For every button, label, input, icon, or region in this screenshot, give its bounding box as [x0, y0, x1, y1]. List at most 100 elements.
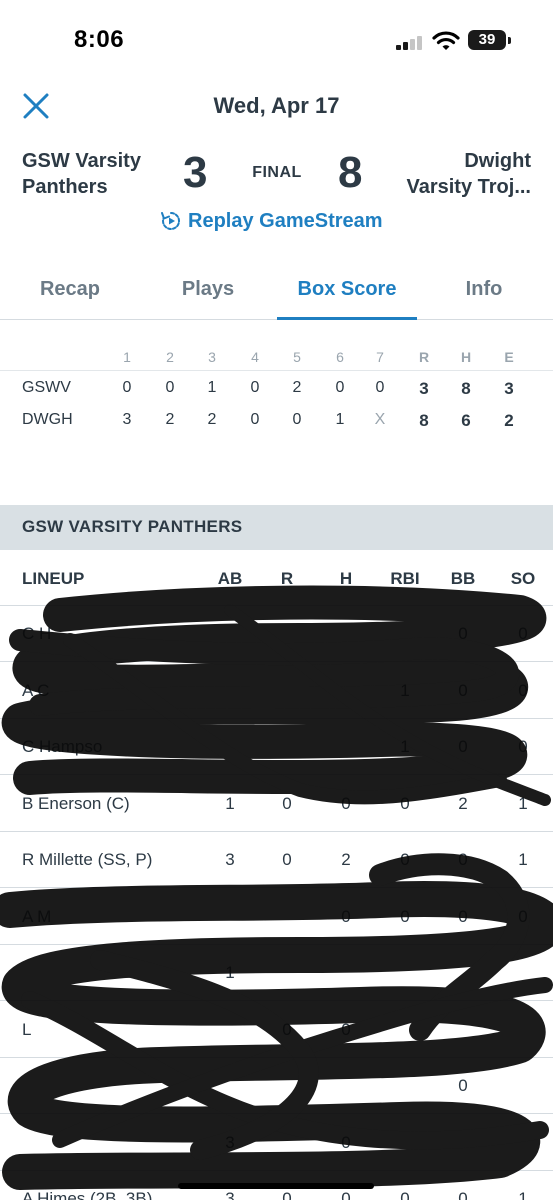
tab-info[interactable]: Info: [444, 278, 524, 301]
stat-so: 0: [518, 624, 528, 643]
hits-total: 6: [461, 411, 471, 430]
player-name[interactable]: C Hampso: [22, 737, 102, 757]
stat-rbi: 1: [400, 680, 410, 700]
inning-score: 2: [165, 411, 175, 428]
runs-total: 3: [419, 379, 429, 398]
inning-score: 2: [292, 379, 302, 396]
away-team-line2: Panthers: [22, 176, 108, 198]
lineup-row[interactable]: C H 0 0: [0, 606, 553, 662]
inning-score: 1: [335, 411, 345, 428]
stat-r: 0: [282, 850, 292, 869]
stat-bb: 0: [458, 680, 468, 700]
replay-label: Replay GameStream: [188, 209, 383, 232]
away-team-line1: GSW Varsity: [22, 150, 141, 172]
inning-header: 5: [293, 349, 301, 365]
away-team-name[interactable]: GSW Varsity Panthers: [22, 148, 182, 200]
inning-score: 0: [250, 379, 260, 396]
stat-h: 0: [341, 1189, 351, 1200]
lineup-row[interactable]: C Hampso 1 0 0: [0, 719, 553, 775]
home-team-line2: Varsity Troj...: [406, 176, 531, 198]
tab-recap[interactable]: Recap: [28, 278, 112, 301]
battery-icon: 39: [468, 30, 511, 50]
tab-bar: Recap Plays Box Score Info: [0, 262, 553, 320]
stat-rbi: 0: [400, 1189, 410, 1200]
inning-score: 3: [122, 411, 132, 428]
inning-score: 2: [207, 411, 217, 428]
stat-r: 0: [282, 793, 292, 813]
errors-total: 2: [504, 411, 514, 430]
stat-h: 2: [341, 850, 351, 869]
replay-gamestream-button[interactable]: Replay GameStream: [160, 208, 383, 234]
team-section-header: GSW VARSITY PANTHERS: [0, 505, 553, 550]
wifi-icon: [432, 31, 460, 50]
player-name[interactable]: A Himes (2B, 3B): [22, 1189, 152, 1200]
inning-score: 0: [335, 379, 345, 396]
inning-score: 0: [250, 411, 260, 428]
lineup-col-rbi: RBI: [390, 569, 420, 588]
replay-icon: [161, 212, 180, 230]
hits-total: 8: [461, 379, 471, 398]
runs-header: R: [418, 349, 430, 365]
linescore-header: 1 2 3 4 5 6 7 R H E: [0, 345, 553, 371]
lineup-row[interactable]: 1: [0, 945, 553, 1001]
stat-so: 1: [518, 850, 528, 869]
lineup-row[interactable]: 30: [0, 1115, 553, 1171]
lineup-col-name: LINEUP: [22, 569, 85, 588]
player-name[interactable]: A C: [22, 681, 49, 701]
stat-ab: 3: [225, 1132, 235, 1152]
stat-bb: 0: [458, 737, 468, 756]
lineup-col-bb: BB: [450, 569, 476, 588]
stat-so: 0: [518, 737, 528, 756]
inning-header: 2: [166, 349, 174, 365]
status-time: 8:06: [74, 26, 125, 53]
stat-ab: 1: [225, 793, 235, 813]
stat-bb: 0: [458, 850, 468, 869]
home-team-line1: Dwight: [464, 150, 531, 172]
inning-score: 0: [122, 379, 132, 396]
stat-bb: 0: [458, 906, 468, 926]
status-bar: 8:06 39: [0, 0, 553, 80]
stat-ab: 3: [225, 850, 235, 869]
player-name[interactable]: R Millette (SS, P): [22, 850, 152, 870]
lineup-header: LINEUP AB R H RBI BB SO: [0, 550, 553, 606]
lineup-row[interactable]: 0: [0, 1058, 553, 1114]
game-date: Wed, Apr 17: [213, 93, 340, 118]
stat-bb: 0: [458, 1076, 468, 1095]
stat-so: 0: [518, 680, 528, 700]
inning-header: 4: [251, 349, 259, 365]
player-name[interactable]: C H: [22, 624, 51, 644]
inning-score: 0: [165, 379, 175, 396]
lineup-row[interactable]: R Millette (SS, P) 3 0 2 0 0 1: [0, 832, 553, 888]
stat-bb: 2: [458, 793, 468, 813]
linescore-team: DWGH: [22, 411, 73, 428]
tab-box-score[interactable]: Box Score: [277, 278, 417, 301]
stat-bb: 0: [458, 1189, 468, 1200]
away-score: 3: [183, 148, 208, 197]
stat-h: 0: [341, 906, 351, 926]
linescore-row-home: DWGH 3 2 2 0 0 1 X 8 6 2: [0, 403, 553, 435]
inning-score: 0: [292, 411, 302, 428]
stat-ab: 1: [225, 963, 235, 982]
player-name[interactable]: L: [22, 1020, 31, 1040]
stat-h: 0: [341, 1019, 351, 1039]
hits-header: H: [460, 349, 472, 365]
lineup-row[interactable]: B Enerson (C) 1 0 0 0 2 1: [0, 776, 553, 832]
lineup-row[interactable]: L 0 0: [0, 1002, 553, 1058]
errors-header: E: [504, 349, 514, 365]
stat-bb: 0: [458, 624, 468, 643]
home-team-name[interactable]: Dwight Varsity Troj...: [361, 148, 531, 200]
cellular-signal-icon: [396, 36, 424, 50]
tab-plays[interactable]: Plays: [166, 278, 250, 301]
inning-header: 3: [208, 349, 216, 365]
stat-r: 0: [282, 1189, 292, 1200]
home-score: 8: [338, 148, 363, 197]
inning-header: 7: [376, 349, 384, 365]
lineup-row[interactable]: A M 0 0 0 0: [0, 889, 553, 945]
stat-rbi: 1: [400, 737, 410, 756]
home-indicator: [178, 1183, 374, 1189]
errors-total: 3: [504, 379, 514, 398]
player-name[interactable]: B Enerson (C): [22, 794, 130, 814]
linescore-team: GSWV: [22, 379, 71, 396]
player-name[interactable]: A M: [22, 907, 51, 927]
lineup-row[interactable]: A C 1 0 0: [0, 663, 553, 719]
